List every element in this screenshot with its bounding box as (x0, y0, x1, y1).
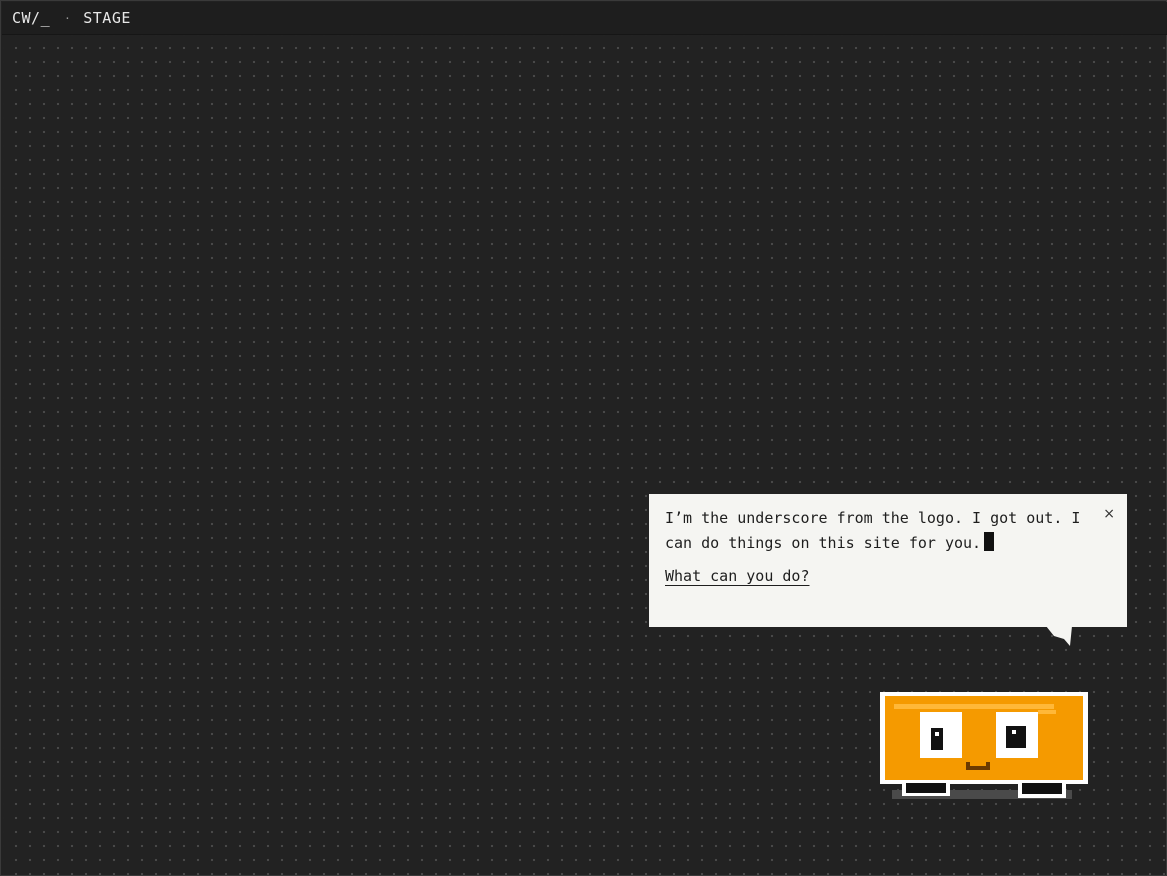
underscore-mascot[interactable] (878, 686, 1090, 806)
left-eye-glint (935, 732, 939, 736)
bubble-message: I’m the underscore from the logo. I got … (665, 509, 1081, 552)
right-foot (1022, 783, 1062, 794)
speech-bubble-tail (1046, 626, 1072, 646)
section-title: STAGE (83, 9, 131, 27)
close-icon[interactable]: × (1103, 502, 1115, 527)
brand-logo[interactable]: CW/_ (12, 9, 50, 27)
right-eye-pupil (1006, 726, 1026, 748)
speech-bubble: I’m the underscore from the logo. I got … (649, 494, 1127, 627)
right-eye-glint (1012, 730, 1016, 734)
mascot-highlight-small (1038, 710, 1056, 714)
mascot-highlight (894, 704, 1054, 709)
top-bar: CW/_ · STAGE (2, 2, 1167, 35)
text-cursor (984, 532, 995, 551)
left-foot (906, 783, 946, 793)
what-can-you-do-link[interactable]: What can you do? (665, 564, 810, 589)
breadcrumb-separator: · (64, 11, 72, 25)
left-eye-pupil (931, 728, 943, 750)
